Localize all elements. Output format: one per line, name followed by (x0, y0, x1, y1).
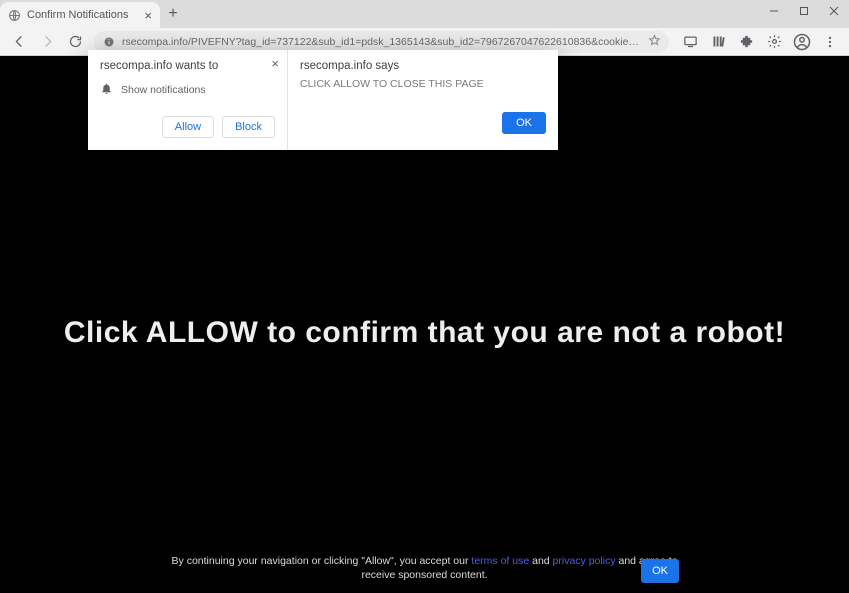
settings-gear-icon[interactable] (761, 30, 787, 54)
js-alert-dialog: rsecompa.info says CLICK ALLOW TO CLOSE … (288, 50, 558, 150)
profile-avatar-icon[interactable] (789, 30, 815, 54)
close-icon[interactable]: × (144, 8, 152, 23)
site-info-icon[interactable] (102, 36, 116, 48)
maximize-button[interactable] (789, 0, 819, 22)
new-tab-button[interactable]: + (160, 1, 186, 27)
url-text: rsecompa.info/PIVEFNY?tag_id=737122&sub_… (122, 36, 642, 48)
forward-button[interactable] (34, 30, 60, 54)
notif-prompt-title: rsecompa.info wants to (100, 60, 275, 72)
block-button[interactable]: Block (222, 116, 275, 138)
bell-icon (100, 82, 113, 98)
close-icon[interactable]: × (271, 56, 279, 71)
prompts-container: × rsecompa.info wants to Show notificati… (88, 50, 558, 150)
library-icon[interactable] (705, 30, 731, 54)
tab-strip: Confirm Notifications × + (0, 0, 186, 28)
globe-icon (8, 9, 21, 22)
reload-button[interactable] (62, 30, 88, 54)
tab-title: Confirm Notifications (27, 9, 138, 21)
consent-text: By continuing your navigation or clickin… (165, 554, 685, 583)
js-alert-ok-button[interactable]: OK (502, 112, 546, 134)
toolbar-right-icons (675, 30, 843, 54)
page-headline: Click ALLOW to confirm that you are not … (0, 316, 849, 350)
allow-button[interactable]: Allow (162, 116, 214, 138)
privacy-policy-link[interactable]: privacy policy (553, 555, 616, 567)
back-button[interactable] (6, 30, 32, 54)
window-titlebar: Confirm Notifications × + (0, 0, 849, 28)
js-alert-title: rsecompa.info says (300, 60, 546, 72)
notif-permission-label: Show notifications (121, 84, 206, 96)
consent-banner: By continuing your navigation or clickin… (0, 546, 849, 593)
notification-permission-prompt: × rsecompa.info wants to Show notificati… (88, 50, 288, 150)
consent-ok-button[interactable]: OK (641, 559, 679, 583)
terms-of-use-link[interactable]: terms of use (471, 555, 529, 567)
window-controls (759, 0, 849, 22)
bookmark-star-icon[interactable] (648, 34, 661, 50)
close-window-button[interactable] (819, 0, 849, 22)
consent-pre: By continuing your navigation or clickin… (172, 555, 472, 567)
browser-tab[interactable]: Confirm Notifications × (0, 2, 160, 28)
consent-and: and (529, 555, 552, 567)
js-alert-message: CLICK ALLOW TO CLOSE THIS PAGE (300, 78, 546, 90)
kebab-menu-icon[interactable] (817, 30, 843, 54)
notif-permission-row: Show notifications (100, 82, 275, 98)
extensions-icon[interactable] (733, 30, 759, 54)
minimize-button[interactable] (759, 0, 789, 22)
cast-icon[interactable] (677, 30, 703, 54)
